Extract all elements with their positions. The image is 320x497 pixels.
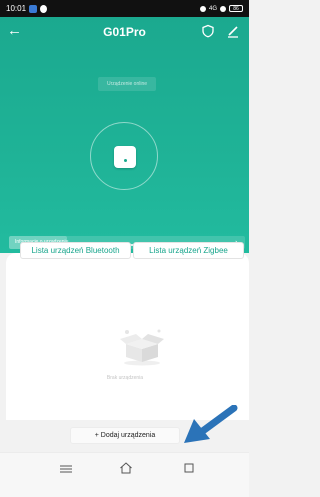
tab-zigbee-devices[interactable]: Lista urządzeń Zigbee <box>133 242 244 259</box>
home-icon[interactable] <box>119 461 133 475</box>
menu-icon[interactable] <box>59 464 73 474</box>
gateway-device-icon[interactable] <box>114 146 136 168</box>
device-hero: ← G01Pro Urządzenie online Informacje o … <box>0 17 249 253</box>
status-time: 10:01 <box>6 4 27 13</box>
add-device-button[interactable]: + Dodaj urządzenia <box>70 427 180 444</box>
wifi-icon <box>220 5 226 12</box>
tab-bluetooth-devices[interactable]: Lista urządzeń Bluetooth <box>20 242 131 259</box>
top-nav: ← G01Pro <box>0 17 249 47</box>
blue-arrow-icon <box>184 405 238 443</box>
battery-icon: 86 <box>229 5 243 12</box>
alarm-icon <box>199 5 206 12</box>
status-icons: 4G 86 <box>199 5 243 12</box>
empty-box-icon <box>120 329 164 366</box>
app-notification-icon <box>29 4 38 13</box>
status-bar: 10:01 4G 86 <box>0 0 249 17</box>
notification-icon <box>40 4 48 13</box>
device-list-tabs: Lista urządzeń Bluetooth Lista urządzeń … <box>20 242 244 259</box>
network-type: 4G <box>208 5 217 12</box>
device-led <box>124 159 127 162</box>
back-nav-icon[interactable] <box>183 462 195 474</box>
shield-icon[interactable] <box>201 24 215 38</box>
pencil-icon[interactable] <box>226 24 240 38</box>
device-status-badge: Urządzenie online <box>98 77 156 91</box>
empty-state-label: Brak urządzenia <box>106 375 144 381</box>
system-nav-bar <box>0 452 249 497</box>
